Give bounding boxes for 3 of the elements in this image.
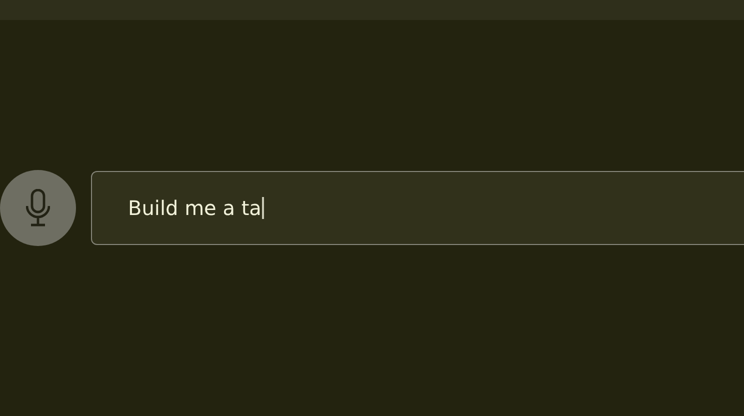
prompt-text: Build me a ta [128, 196, 262, 220]
microphone-icon [26, 189, 50, 227]
prompt-field[interactable]: Build me a ta [91, 171, 744, 245]
